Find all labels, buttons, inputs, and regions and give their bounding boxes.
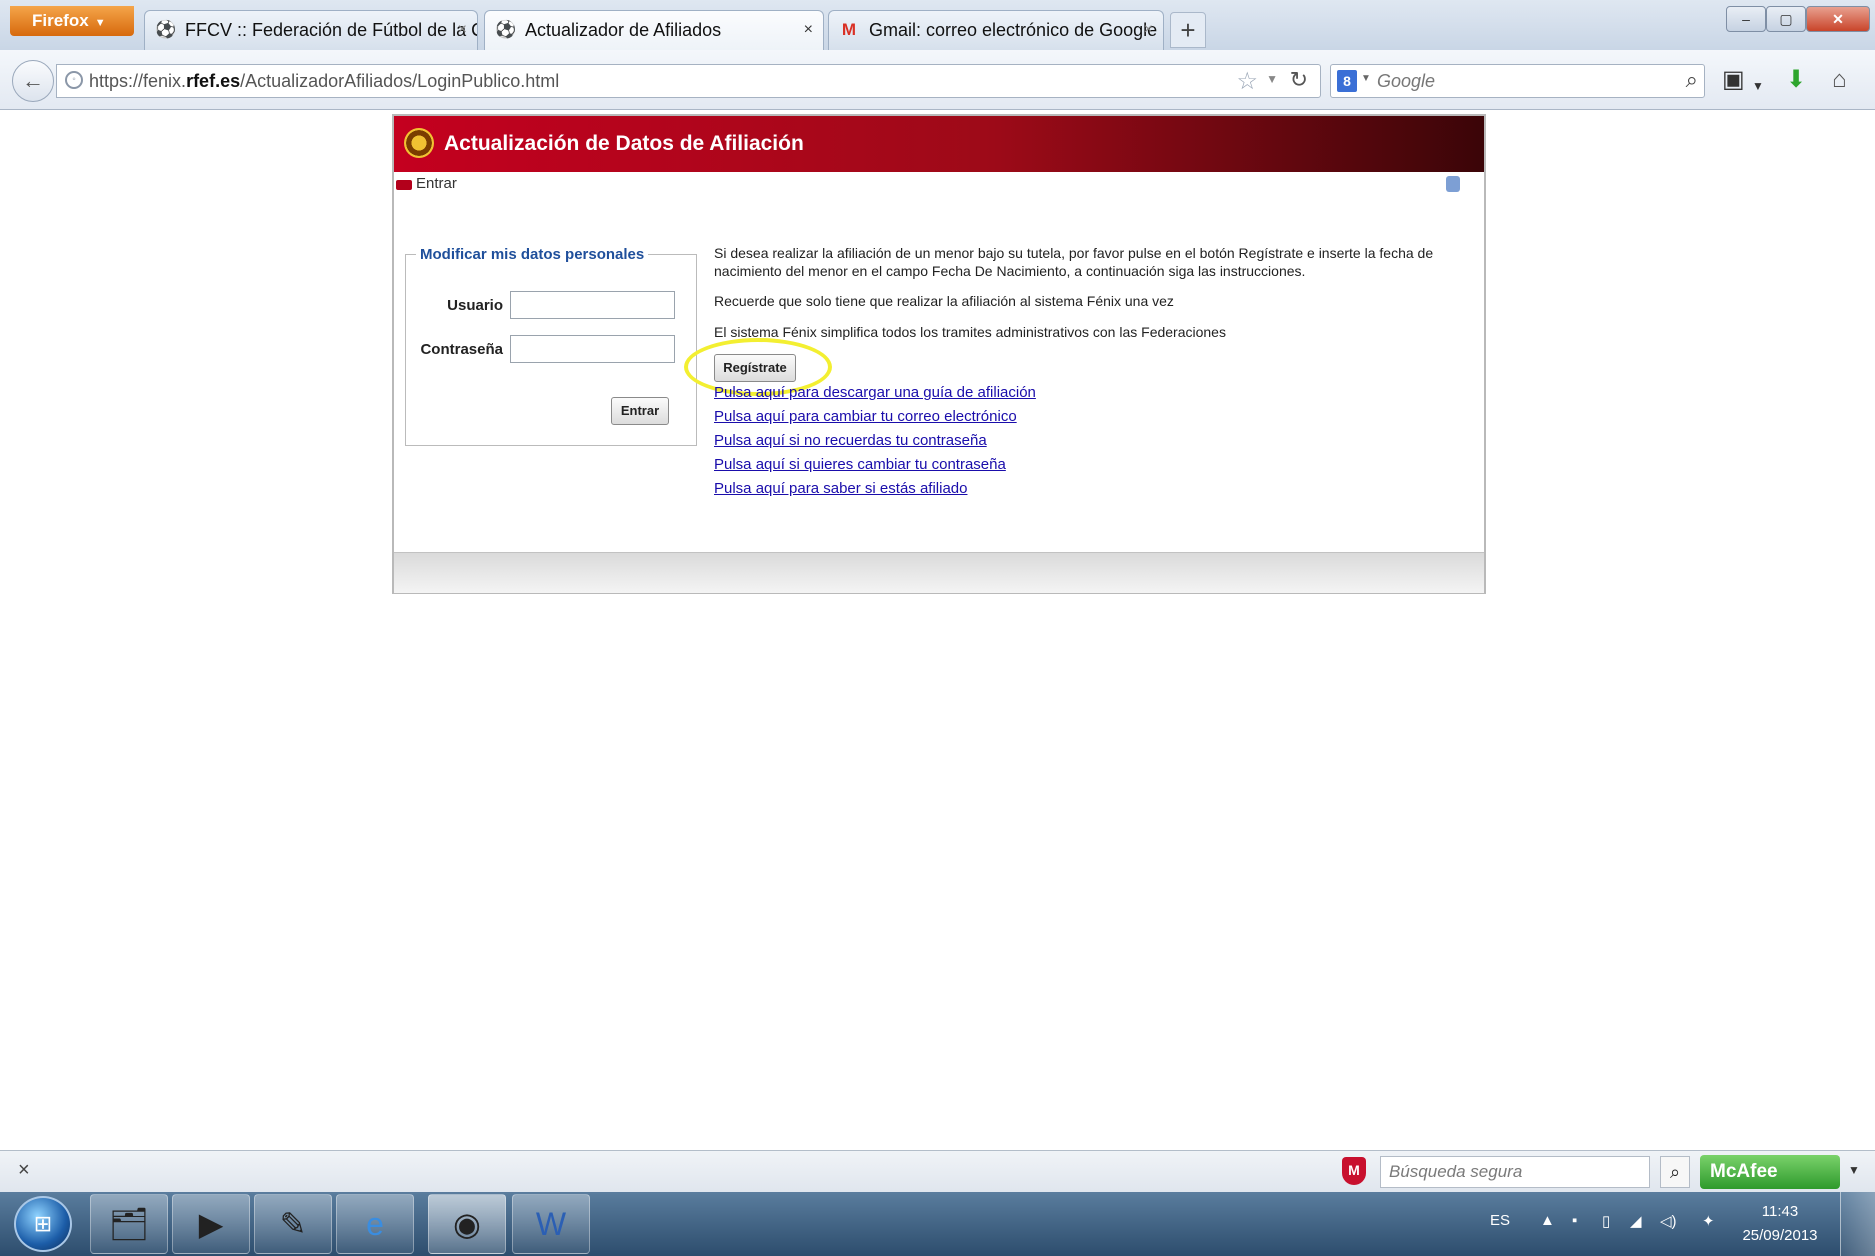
chevron-down-icon[interactable]: ▼ xyxy=(1848,1163,1860,1177)
bookmark-star-icon[interactable]: ☆ xyxy=(1236,67,1258,96)
tab-gmail[interactable]: M Gmail: correo electrónico de Google × xyxy=(828,10,1164,50)
minimize-button[interactable]: – xyxy=(1726,6,1766,32)
info-once: Recuerde que solo tiene que realizar la … xyxy=(714,293,1174,309)
info-minor-affiliation: Si desea realizar la afiliación de un me… xyxy=(714,245,1434,279)
login-form: Modificar mis datos personales Usuario C… xyxy=(405,246,697,446)
media-player-icon[interactable]: ▶ xyxy=(172,1194,250,1254)
firefox-menu-label: Firefox xyxy=(32,11,89,30)
globe-icon: ◦ xyxy=(65,71,83,89)
login-button[interactable]: Entrar xyxy=(611,397,669,425)
home-icon[interactable]: ⌂ xyxy=(1832,66,1847,94)
url-text: https://fenix.rfef.es/ActualizadorAfilia… xyxy=(89,65,559,97)
help-icon[interactable] xyxy=(1446,176,1460,192)
google-icon[interactable]: 8 xyxy=(1337,70,1357,92)
clock-date: 25/09/2013 xyxy=(1742,1227,1818,1244)
url-path: /ActualizadorAfiliados/LoginPublico.html xyxy=(240,71,560,91)
search-icon[interactable]: ⌕ xyxy=(1660,1156,1690,1188)
chevron-down-icon: ▼ xyxy=(94,17,106,29)
link-change-password[interactable]: Pulsa aquí si quieres cambiar tu contras… xyxy=(714,456,1006,473)
bookmarks-icon[interactable]: ▣ xyxy=(1722,66,1745,94)
tab-strip: Firefox ▼ ⚽ FFCV :: Federación de Fútbol … xyxy=(0,0,1875,50)
new-tab-button[interactable]: + xyxy=(1170,12,1206,48)
network-icon[interactable]: ◢ xyxy=(1630,1212,1642,1230)
close-icon[interactable]: × xyxy=(804,11,813,49)
link-change-email[interactable]: Pulsa aquí para cambiar tu correo electr… xyxy=(714,408,1017,425)
close-icon[interactable]: × xyxy=(458,11,467,49)
taskbar: ⊞ 🗂 ▶ ✎ e ◉ W ES ▲ ▪ ▯ ◢ ◁) ✦ 11:43 25/0… xyxy=(0,1192,1875,1256)
download-icon[interactable]: ⬇ xyxy=(1786,66,1806,94)
close-icon[interactable]: × xyxy=(1144,11,1153,49)
tools-icon[interactable]: ✎ xyxy=(254,1194,332,1254)
reload-icon[interactable]: ↻ xyxy=(1290,67,1308,93)
link-forgot-password[interactable]: Pulsa aquí si no recuerdas tu contraseña xyxy=(714,432,987,449)
firefox-icon[interactable]: ◉ xyxy=(428,1194,506,1254)
tab-actualizador[interactable]: ⚽ Actualizador de Afiliados × xyxy=(484,10,824,50)
link-check-affiliation[interactable]: Pulsa aquí para saber si estás afiliado xyxy=(714,480,967,497)
clock-time: 11:43 xyxy=(1761,1203,1799,1220)
url-domain: rfef.es xyxy=(186,71,241,91)
username-field[interactable] xyxy=(510,291,675,319)
crest-icon: ⚽ xyxy=(495,20,517,39)
tab-title: FFCV :: Federación de Fútbol de la Co... xyxy=(185,20,478,40)
navigation-bar: ← ◦ https://fenix.rfef.es/ActualizadorAf… xyxy=(0,50,1875,110)
username-label: Usuario xyxy=(447,297,503,314)
tab-title: Actualizador de Afiliados xyxy=(525,20,722,40)
mcafee-shield-icon[interactable]: M xyxy=(1342,1157,1366,1185)
close-window-button[interactable]: ✕ xyxy=(1806,6,1870,32)
tab-title: Gmail: correo electrónico de Google xyxy=(869,20,1158,40)
password-label: Contraseña xyxy=(420,341,503,358)
secure-search-input[interactable]: Búsqueda segura xyxy=(1380,1156,1650,1188)
notification-icon[interactable]: ▪ xyxy=(1572,1212,1577,1229)
crest-icon: ⚽ xyxy=(155,20,177,39)
search-icon[interactable]: ⌕ xyxy=(1686,67,1698,93)
url-prefix: https://fenix. xyxy=(89,71,187,91)
internet-explorer-icon[interactable]: e xyxy=(336,1194,414,1254)
app-panel: Actualización de Datos de Afiliación Ent… xyxy=(392,114,1486,594)
maximize-button[interactable]: ▢ xyxy=(1766,6,1806,32)
breadcrumb: Entrar xyxy=(416,175,457,192)
language-indicator[interactable]: ES xyxy=(1490,1212,1510,1229)
usb-icon[interactable]: ▯ xyxy=(1602,1212,1610,1230)
addon-bar: × M Búsqueda segura ⌕ McAfee ▼ xyxy=(0,1150,1875,1192)
link-download-guide[interactable]: Pulsa aquí para descargar una guía de af… xyxy=(714,384,1036,401)
chevron-down-icon[interactable]: ▼ xyxy=(1361,73,1371,84)
url-bar[interactable]: ◦ https://fenix.rfef.es/ActualizadorAfil… xyxy=(56,64,1321,98)
app-header: Actualización de Datos de Afiliación xyxy=(394,116,1484,172)
folder-icon xyxy=(396,180,412,190)
page-title: Actualización de Datos de Afiliación xyxy=(444,132,804,155)
chevron-up-icon[interactable]: ▲ xyxy=(1540,1212,1555,1229)
crest-icon xyxy=(404,128,434,158)
back-button[interactable]: ← xyxy=(12,60,54,102)
chevron-down-icon[interactable]: ▼ xyxy=(1266,72,1278,86)
login-legend: Modificar mis datos personales xyxy=(420,246,645,263)
app-footer xyxy=(394,552,1484,593)
gmail-icon: M xyxy=(841,20,857,39)
security-icon[interactable]: ✦ xyxy=(1702,1212,1715,1230)
arrow-left-icon: ← xyxy=(22,68,44,93)
close-addon-bar-button[interactable]: × xyxy=(18,1159,30,1182)
search-bar[interactable]: 8 ▼ Google ⌕ xyxy=(1330,64,1705,98)
password-field[interactable] xyxy=(510,335,675,363)
tab-ffcv[interactable]: ⚽ FFCV :: Federación de Fútbol de la Co.… xyxy=(144,10,478,50)
search-placeholder: Google xyxy=(1377,71,1436,91)
clock[interactable]: 11:43 25/09/2013 xyxy=(1740,1200,1820,1248)
volume-icon[interactable]: ◁) xyxy=(1660,1212,1677,1230)
firefox-menu-button[interactable]: Firefox ▼ xyxy=(10,6,134,36)
windows-start-icon[interactable]: ⊞ xyxy=(14,1196,72,1252)
info-simplify: El sistema Fénix simplifica todos los tr… xyxy=(714,324,1226,340)
explorer-icon[interactable]: 🗂 xyxy=(90,1194,168,1254)
show-desktop-button[interactable] xyxy=(1840,1192,1875,1256)
mcafee-button[interactable]: McAfee xyxy=(1700,1155,1840,1189)
chevron-down-icon[interactable]: ▼ xyxy=(1752,72,1764,100)
mcafee-label: McAfee xyxy=(1710,1161,1778,1182)
word-icon[interactable]: W xyxy=(512,1194,590,1254)
